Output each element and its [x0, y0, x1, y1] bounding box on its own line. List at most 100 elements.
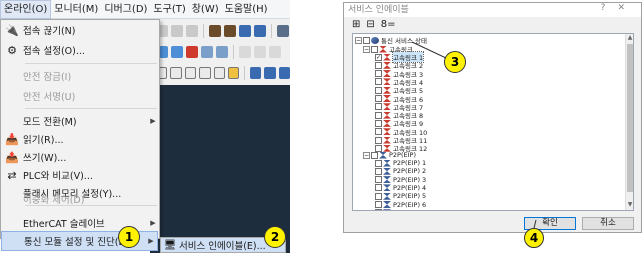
tree-item[interactable]: P2P(EIP) 5: [375, 192, 426, 200]
window-icon[interactable]: [170, 67, 182, 79]
binoculars-icon[interactable]: [209, 25, 221, 37]
checkbox[interactable]: [375, 209, 382, 210]
checkbox[interactable]: [375, 159, 382, 167]
callout-4: 4: [524, 228, 544, 248]
tree-item-label: P2P(EIP) 7: [393, 209, 426, 210]
monitor-icon[interactable]: [201, 46, 213, 58]
checkbox[interactable]: [375, 61, 382, 69]
menu-item-compare-plc[interactable]: ⇄ PLC와 비교(V)...: [1, 165, 159, 185]
menu-item-flash-memory[interactable]: 플래시 메모리 설정(Y)...: [1, 183, 159, 203]
toolbar-separator: [244, 66, 246, 80]
tree-item[interactable]: P2P(EIP) 4: [375, 184, 426, 192]
checkbox[interactable]: [375, 86, 382, 94]
scroll-down-icon[interactable]: ▼: [626, 201, 633, 210]
tree-root[interactable]: − 통신 서비스 상태: [355, 36, 427, 45]
window-icon[interactable]: [184, 67, 197, 79]
checkbox[interactable]: [371, 151, 378, 159]
menu-debug[interactable]: 디버그(D): [101, 0, 150, 19]
p2p-icon: [383, 167, 391, 175]
checkbox[interactable]: [375, 201, 382, 208]
toolbar-icon[interactable]: [186, 25, 198, 37]
checkbox[interactable]: [375, 119, 382, 127]
checkbox[interactable]: [375, 136, 382, 144]
view-icon[interactable]: [278, 67, 290, 79]
toolbar-icon[interactable]: [254, 46, 266, 58]
tree-scrollbar[interactable]: ▲ ▼: [625, 34, 633, 210]
tree-item-label: P2P(EIP) 6: [393, 200, 427, 209]
menu-item-read[interactable]: 📥 읽기(R)...: [1, 129, 159, 149]
p2p-icon: [383, 159, 391, 167]
highspeed-link-icon: [383, 119, 391, 127]
scroll-up-icon[interactable]: ▲: [626, 34, 633, 43]
window-icon[interactable]: [213, 67, 225, 79]
tree-item[interactable]: P2P(EIP) 6: [375, 201, 426, 209]
tree-item[interactable]: P2P(EIP) 7: [375, 209, 426, 210]
monitor-icon[interactable]: [216, 46, 228, 58]
tree-view-icon[interactable]: 8=: [381, 19, 396, 30]
expand-all-icon[interactable]: ⊞: [352, 19, 360, 30]
checkbox[interactable]: [371, 45, 378, 53]
menu-item-label: 읽기(R)...: [23, 135, 64, 146]
toolbar-icon[interactable]: [171, 25, 183, 37]
highspeed-link-icon: [383, 128, 391, 136]
menu-item-disconnect[interactable]: 🔌 접속 끊기(N): [1, 20, 159, 40]
menu-monitor[interactable]: 모니터(M): [51, 0, 101, 19]
chart-icon[interactable]: [171, 46, 183, 58]
collapse-icon[interactable]: −: [363, 45, 370, 53]
help-icon[interactable]: ?: [601, 3, 618, 13]
checkbox[interactable]: [375, 70, 382, 78]
menu-item-write[interactable]: 📤 쓰기(W)...: [1, 147, 159, 167]
menu-window[interactable]: 창(W): [189, 0, 222, 19]
p2p-icon: [383, 192, 391, 200]
checkbox[interactable]: [375, 103, 382, 111]
menu-item-label: 안전 잠금(I): [23, 72, 72, 83]
highspeed-link-icon: [379, 45, 387, 53]
tree-item[interactable]: P2P(EIP) 3: [375, 176, 426, 184]
checkbox[interactable]: [375, 78, 382, 86]
tree-item[interactable]: P2P(EIP) 1: [375, 159, 426, 167]
menu-help[interactable]: 도움말(H): [222, 0, 271, 19]
highspeed-link-icon: [383, 53, 391, 61]
collapse-icon[interactable]: −: [355, 36, 362, 44]
menu-item-label: PLC와 비교(V)...: [23, 171, 93, 182]
checkbox[interactable]: [375, 128, 382, 136]
view-icon[interactable]: [250, 67, 262, 79]
tree-item[interactable]: P2P(EIP) 2: [375, 167, 426, 175]
scroll-thumb[interactable]: [627, 44, 633, 192]
checkbox[interactable]: [375, 111, 382, 119]
function-icon[interactable]: [227, 67, 240, 79]
checkbox[interactable]: [363, 36, 370, 44]
collapse-all-icon[interactable]: ⊟: [366, 19, 374, 30]
menu-bar: 온라인(O) 모니터(M) 디버그(D) 도구(T) 창(W) 도움말(H): [0, 0, 290, 19]
close-icon[interactable]: ✕: [617, 3, 637, 13]
step-icon[interactable]: [277, 25, 289, 37]
menu-item-label: 서비스 인에이블(E)...: [179, 241, 266, 252]
p2p-icon: [383, 209, 391, 210]
window-icon[interactable]: [199, 67, 211, 79]
menu-item-connection-settings[interactable]: ⚙ 접속 설정(O)...: [1, 40, 159, 60]
menu-item-mode-switch[interactable]: 모드 전환(M) ▶: [1, 111, 159, 131]
tree-group-p2p[interactable]: − P2P(EIP): [363, 151, 416, 159]
menu-item-label: 접속 끊기(N): [23, 26, 76, 37]
menu-tools[interactable]: 도구(T): [150, 0, 188, 19]
find-replace-icon[interactable]: [239, 25, 251, 37]
menu-item-safety-lock: 안전 잠금(I): [1, 66, 159, 86]
cancel-button[interactable]: 취소: [582, 217, 634, 230]
checkbox[interactable]: [375, 95, 382, 102]
collapse-icon[interactable]: −: [363, 151, 370, 159]
view-icon[interactable]: [264, 67, 276, 79]
online-menu: 🔌 접속 끊기(N) ⚙ 접속 설정(O)... 안전 잠금(I) 안전 서명(…: [0, 19, 160, 239]
binoculars-icon[interactable]: [224, 25, 236, 37]
checkbox[interactable]: [375, 184, 382, 192]
find-replace-icon[interactable]: [254, 25, 266, 37]
checkbox[interactable]: [375, 176, 382, 184]
checkbox[interactable]: [375, 167, 382, 175]
toolbar-icon[interactable]: [239, 46, 251, 58]
toolbar-separator: [203, 24, 204, 38]
bar-icon[interactable]: [186, 46, 198, 58]
checkbox[interactable]: [375, 192, 382, 200]
toolbar-row: [150, 63, 290, 83]
checkbox[interactable]: ✓: [375, 53, 382, 61]
toolbar-icon[interactable]: [269, 46, 281, 58]
menu-online[interactable]: 온라인(O): [0, 0, 52, 19]
